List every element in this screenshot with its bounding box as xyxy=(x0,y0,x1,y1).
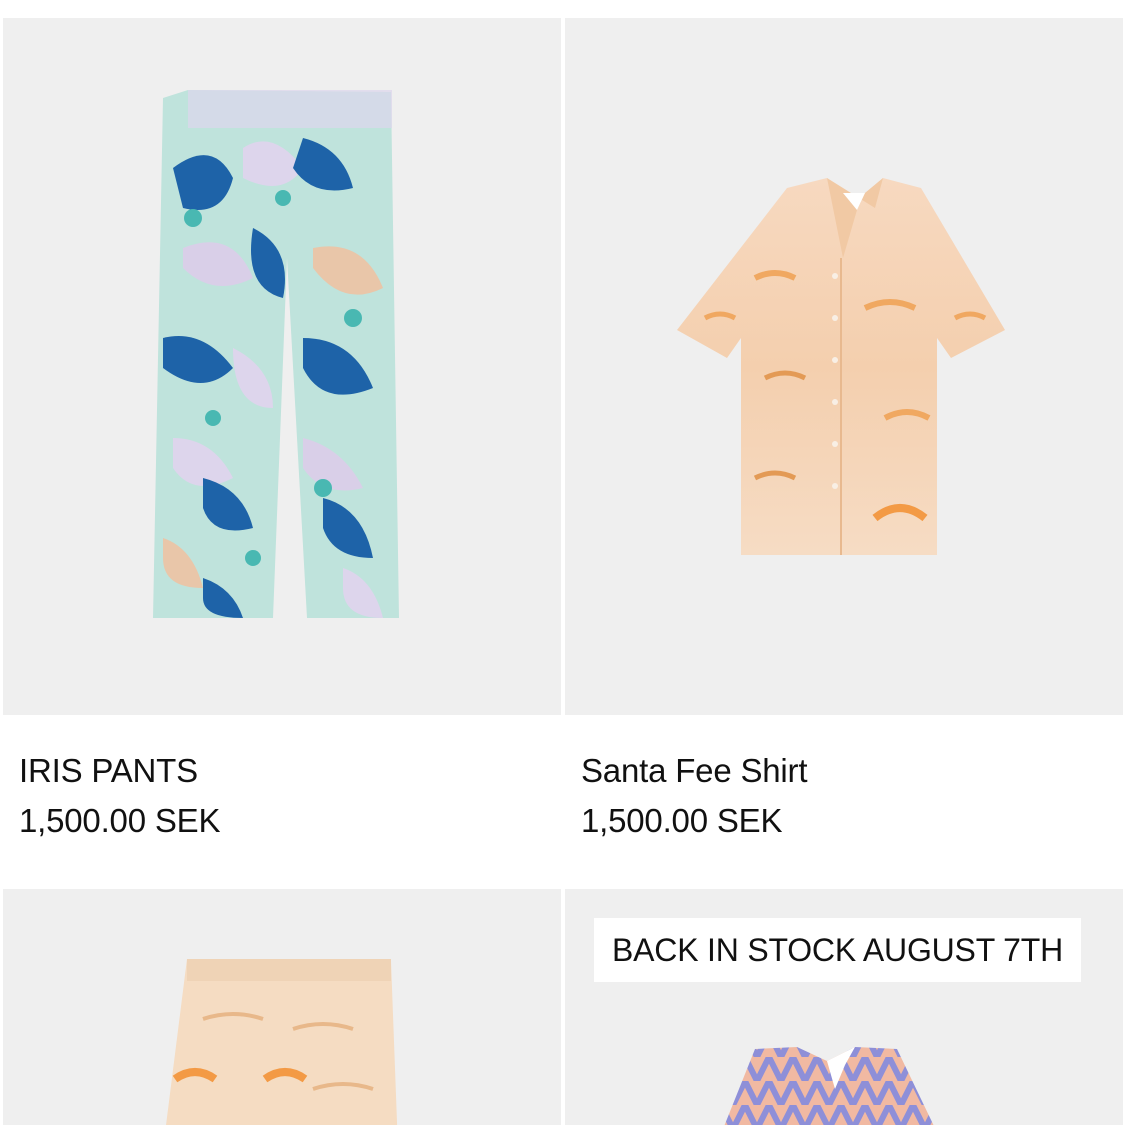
product-card-iris-pants[interactable]: IRIS PANTS 1,500.00 SEK xyxy=(3,18,561,841)
product-card-santa-fee-shirt[interactable]: Santa Fee Shirt 1,500.00 SEK xyxy=(565,18,1123,841)
iris-pants-image-icon xyxy=(153,90,399,618)
product-image-link[interactable] xyxy=(3,889,561,1125)
product-image-link[interactable] xyxy=(3,18,561,715)
product-card-shorts[interactable] xyxy=(3,889,561,1125)
product-card-patterned-shirt[interactable]: BACK IN STOCK AUGUST 7TH xyxy=(565,889,1123,1125)
product-name[interactable]: Santa Fee Shirt xyxy=(581,751,1123,791)
product-price: 1,500.00 SEK xyxy=(19,802,221,839)
product-image-link[interactable] xyxy=(565,18,1123,715)
product-name[interactable]: IRIS PANTS xyxy=(19,751,561,791)
shorts-image-icon xyxy=(166,959,398,1125)
product-grid: IRIS PANTS 1,500.00 SEK Santa Fee Shirt … xyxy=(0,0,1125,1125)
product-image-link[interactable]: BACK IN STOCK AUGUST 7TH xyxy=(565,889,1123,1125)
back-in-stock-badge: BACK IN STOCK AUGUST 7TH xyxy=(594,918,1082,982)
santa-fee-shirt-image-icon xyxy=(677,178,1005,555)
product-price: 1,500.00 SEK xyxy=(581,802,783,839)
